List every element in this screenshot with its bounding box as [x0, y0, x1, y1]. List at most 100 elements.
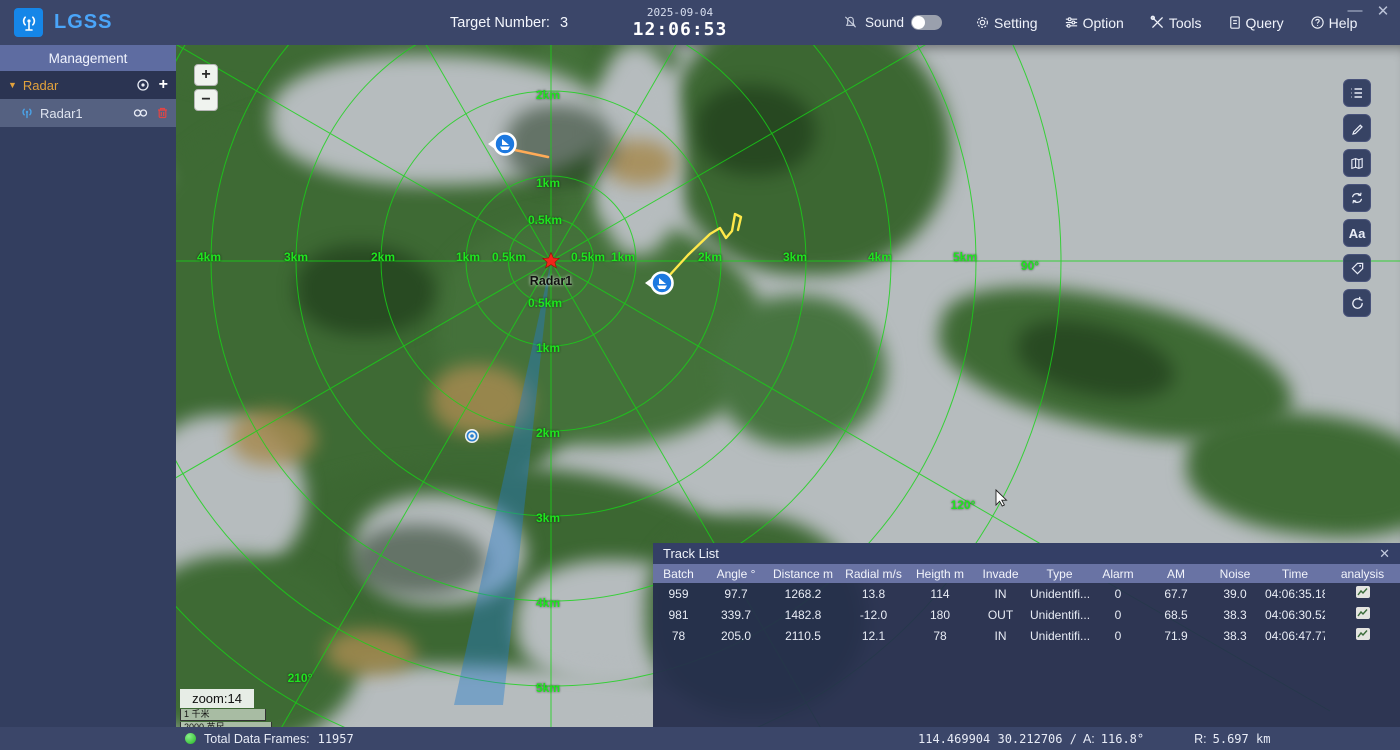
refresh-button[interactable] — [1343, 289, 1371, 317]
tag-button[interactable] — [1343, 254, 1371, 282]
zoom-in-button[interactable]: + — [194, 64, 218, 86]
range-ring-label: 2km — [371, 250, 395, 264]
table-cell: 38.3 — [1205, 608, 1265, 622]
menu-query[interactable]: Query — [1228, 15, 1284, 31]
column-header[interactable]: Batch — [653, 567, 704, 581]
sound-control: Sound — [843, 15, 942, 30]
menu-option[interactable]: Option — [1064, 15, 1124, 31]
zoom-out-button[interactable]: − — [194, 89, 218, 111]
sound-toggle[interactable] — [911, 15, 942, 30]
table-row[interactable]: 78205.02110.512.178INUnidentifi...071.93… — [653, 625, 1400, 646]
table-cell: 180 — [909, 608, 971, 622]
ruler-pencil-icon — [1350, 121, 1365, 136]
range-ring-label: 0.5km — [492, 250, 526, 264]
app-logo — [14, 8, 43, 37]
range-ring-label: 1km — [456, 250, 480, 264]
caret-down-icon[interactable]: ▼ — [8, 80, 17, 90]
bearing-angle-label: 120° — [951, 498, 976, 512]
measure-button[interactable] — [1343, 114, 1371, 142]
tools-icon — [1150, 15, 1165, 30]
scale-bar-metric: 1 千米 — [180, 709, 266, 721]
track-table-header: BatchAngle °Distance mRadial m/sHeigth m… — [653, 564, 1400, 583]
map-layers-button[interactable] — [1343, 149, 1371, 177]
range-ring-label: 4km — [197, 250, 221, 264]
table-cell: 78 — [653, 629, 704, 643]
close-button[interactable]: ✕ — [1374, 2, 1392, 20]
column-header[interactable]: Time — [1265, 567, 1325, 581]
menu-setting[interactable]: Setting — [975, 15, 1038, 31]
mute-icon — [843, 15, 858, 30]
column-header[interactable]: Alarm — [1089, 567, 1147, 581]
zoom-controls: + − — [194, 64, 218, 114]
app-title: LGSS — [54, 11, 112, 34]
analysis-chart-icon[interactable] — [1356, 586, 1370, 598]
target-dot-marker — [465, 429, 479, 443]
analysis-chart-icon[interactable] — [1356, 628, 1370, 640]
table-cell: 2110.5 — [768, 629, 838, 643]
range-ring-label: 1km — [536, 176, 560, 190]
sync-button[interactable] — [1343, 184, 1371, 212]
table-cell: 0 — [1089, 608, 1147, 622]
range-ring-label: 2km — [698, 250, 722, 264]
range-ring-label: 5km — [953, 250, 977, 264]
sliders-icon — [1064, 15, 1079, 30]
visibility-eye-icon[interactable] — [136, 78, 150, 92]
tree-item-label: Radar1 — [40, 106, 83, 121]
range-ring-label: 0.5km — [571, 250, 605, 264]
table-cell: 04:06:30.523 — [1265, 608, 1325, 622]
table-cell: -12.0 — [838, 608, 909, 622]
frames-label: Total Data Frames: — [204, 732, 310, 746]
sidebar: Management ▼ Radar + Radar1 — [0, 45, 176, 727]
target-number: Target Number:3 — [450, 15, 568, 31]
analysis-chart-icon[interactable] — [1356, 607, 1370, 619]
top-bar: LGSS Target Number:3 2025-09-04 12:06:53… — [0, 0, 1400, 45]
column-header[interactable]: Distance m — [768, 567, 838, 581]
window-controls: — ✕ — [1346, 2, 1392, 20]
tree-item-radar[interactable]: ▼ Radar + — [0, 71, 176, 99]
table-cell: IN — [971, 629, 1030, 643]
column-header[interactable]: Heigth m — [909, 567, 971, 581]
vessel-marker-2 — [645, 273, 673, 294]
date-text: 2025-09-04 — [620, 6, 740, 19]
menu-tools[interactable]: Tools — [1150, 15, 1202, 31]
column-header[interactable]: Angle ° — [704, 567, 768, 581]
add-radar-button[interactable]: + — [159, 76, 168, 94]
azimuth-label: A: — [1083, 732, 1095, 746]
table-cell: OUT — [971, 608, 1030, 622]
column-header[interactable]: Radial m/s — [838, 567, 909, 581]
range-value: 5.697 km — [1213, 732, 1271, 746]
column-header[interactable]: AM — [1147, 567, 1205, 581]
column-header[interactable]: Invade — [971, 567, 1030, 581]
tree-item-radar1[interactable]: Radar1 — [0, 99, 176, 127]
text-label-button[interactable]: Aa — [1343, 219, 1371, 247]
table-cell: 97.7 — [704, 587, 768, 601]
range-ring-label: 3km — [536, 511, 560, 525]
time-text: 12:06:53 — [620, 19, 740, 40]
refresh-icon — [1350, 296, 1365, 311]
column-header[interactable]: Type — [1030, 567, 1089, 581]
track-list-titlebar: Track List ✕ — [653, 543, 1400, 564]
panel-close-icon[interactable]: ✕ — [1379, 546, 1390, 562]
minimize-button[interactable]: — — [1346, 2, 1364, 20]
table-cell: Unidentifi... — [1030, 608, 1089, 622]
azimuth-value: 116.8° — [1101, 732, 1144, 746]
table-row[interactable]: 95997.71268.213.8114INUnidentifi...067.7… — [653, 583, 1400, 604]
track-list-panel: Track List ✕ BatchAngle °Distance mRadia… — [653, 543, 1400, 727]
list-icon — [1349, 85, 1365, 101]
table-cell: 1268.2 — [768, 587, 838, 601]
range-ring-label: 1km — [611, 250, 635, 264]
tag-icon — [1350, 261, 1365, 276]
layer-list-button[interactable] — [1343, 79, 1371, 107]
delete-trash-icon[interactable] — [157, 107, 168, 119]
column-header[interactable]: analysis — [1325, 567, 1400, 581]
help-icon — [1310, 15, 1325, 30]
table-cell: 67.7 — [1147, 587, 1205, 601]
table-row[interactable]: 981339.71482.8-12.0180OUTUnidentifi...06… — [653, 604, 1400, 625]
table-cell: 04:06:35.184 — [1265, 587, 1325, 601]
column-header[interactable]: Noise — [1205, 567, 1265, 581]
table-cell: IN — [971, 587, 1030, 601]
radar-sweep-beam — [454, 261, 551, 705]
map-icon — [1349, 156, 1365, 171]
link-icon[interactable] — [133, 108, 148, 118]
zoom-level-indicator: zoom:14 — [180, 689, 254, 708]
